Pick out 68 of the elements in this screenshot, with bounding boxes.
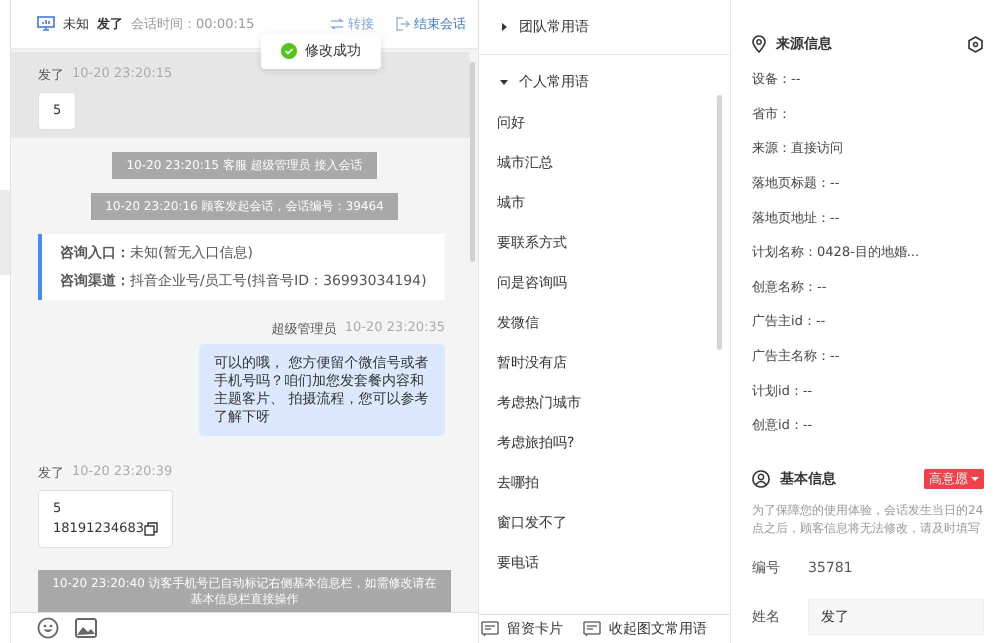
field-value: 35781 [808, 560, 853, 576]
footer-button[interactable]: 留资卡片 [481, 620, 563, 638]
check-icon [281, 43, 297, 59]
section-title: 来源信息 [776, 35, 833, 53]
phrase-item[interactable]: 城市 [479, 183, 730, 223]
scrollbar[interactable] [717, 95, 722, 350]
info-row-text: 落地页标题：-- [752, 175, 840, 194]
info-row-text: 广告主名称：-- [752, 348, 840, 366]
info-row-text: 创意id：-- [752, 417, 814, 436]
info-row-text: 省市： [752, 106, 792, 124]
phrase-item[interactable]: 城市汇总 [479, 143, 730, 183]
info-row-text: 计划名称：0428-目的地婚... [752, 244, 920, 262]
message-bubble: 可以的哦， 您方便留个微信号或者手机号吗？咱们加您发套餐内容和主题客片、 拍摄流程，您可以参考了解下呀 [199, 344, 445, 436]
entry-info: 咨询渠道：抖音企业号/员工号(抖音号ID：36993034194) [60, 272, 427, 290]
system-message: 10-20 23:20:15 客服 超级管理员 接入会话 [112, 152, 377, 179]
emoji-icon[interactable] [37, 617, 59, 639]
phrase-item[interactable]: 发微信 [479, 303, 730, 343]
info-row-text: 来源：直接访问 [752, 140, 844, 158]
phrase-item[interactable]: 考虑旅拍吗? [479, 423, 730, 463]
sender-name: 发了 [38, 465, 64, 482]
location-pin-icon [752, 35, 766, 53]
monitor-icon [37, 16, 55, 32]
phrase-item[interactable]: 要联系方式 [479, 223, 730, 263]
phrase-item[interactable]: 去哪拍 [479, 463, 730, 503]
info-note: 为了保障您的使用体验，会话发生当日的24点之后，顾客信息将无法修改，请及时填写 [752, 502, 984, 537]
caret-down-icon [499, 77, 509, 87]
sender-name: 发了 [38, 67, 64, 84]
visitor-name: 发了 [97, 16, 123, 33]
section-title: 基本信息 [780, 470, 837, 488]
success-toast: 修改成功 [261, 33, 381, 69]
info-row-text: 创意名称：-- [752, 278, 828, 297]
message-time: 10-20 23:20:39 [72, 464, 172, 481]
info-row-text: 设备：-- [752, 71, 802, 90]
system-message: 10-20 23:20:16 顾客发起会话，会话编号：39464 [91, 193, 398, 220]
info-row-text: 广告主id：-- [752, 313, 826, 332]
image-icon[interactable] [75, 618, 97, 638]
sender-name: 超级管理员 [272, 321, 337, 338]
caret-icon [971, 476, 979, 482]
field-label: 编号 [752, 558, 778, 577]
name-input[interactable]: 发了 [808, 598, 984, 635]
phrase-item[interactable]: 暂时没有店 [479, 343, 730, 383]
settings-icon[interactable] [967, 36, 984, 52]
phrase-item[interactable]: 窗口发不了 [479, 503, 730, 543]
message-time: 10-20 23:20:35 [344, 320, 445, 337]
message-bubble: 5 18191234683 [38, 490, 173, 548]
message-bubble: 5 [38, 92, 76, 130]
message-icon [583, 621, 601, 637]
message-time: 10-20 23:20:15 [72, 66, 172, 83]
swap-icon [330, 18, 344, 30]
phrase-item[interactable]: 问是咨询吗 [479, 263, 730, 303]
field-label: 姓名 [752, 608, 778, 626]
caret-right-icon [499, 22, 509, 32]
footer-button[interactable]: 收起图文常用语 [583, 620, 707, 638]
phrase-item[interactable]: 要电话 [479, 543, 730, 583]
message-icon [481, 621, 499, 637]
exit-icon [396, 17, 410, 31]
phrase-group-header[interactable]: 团队常用语 [479, 0, 730, 55]
user-icon [752, 470, 770, 488]
info-row-text: 落地页地址：-- [752, 210, 840, 228]
info-row-text: 计划id：-- [752, 382, 814, 401]
system-message: 10-20 23:20:40 访客手机号已自动标记右侧基本信息栏，如需修改请在基本信息栏直接操作 [38, 570, 451, 612]
visitor-status: 未知 [63, 16, 89, 33]
session-time: 会话时间：00:00:15 [131, 16, 254, 33]
scrollbar[interactable] [470, 62, 475, 262]
end-session-link[interactable]: 结束会话 [396, 15, 466, 33]
intent-dropdown[interactable]: 高意愿 [924, 468, 984, 489]
phrase-item[interactable]: 考虑热门城市 [479, 383, 730, 423]
entry-info: 咨询入口：未知(暂无入口信息) [60, 244, 254, 262]
